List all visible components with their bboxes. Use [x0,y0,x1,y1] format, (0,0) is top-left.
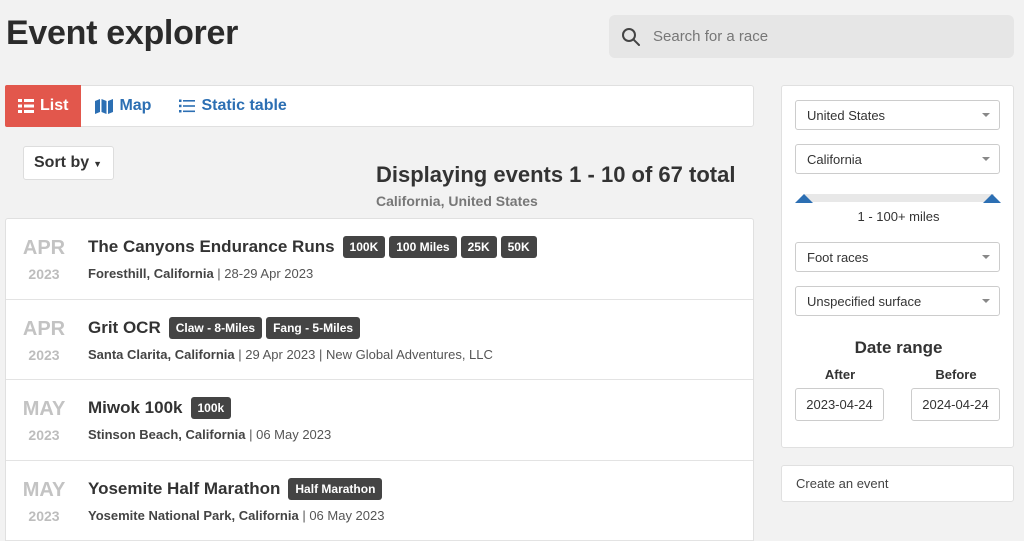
surface-select-value: Unspecified surface [807,293,922,309]
after-date-input[interactable]: 2023-04-24 [795,388,884,421]
distance-badge: Half Marathon [288,477,383,500]
after-label: After [824,367,856,382]
page-title: Event explorer [6,14,239,52]
event-row[interactable]: MAY 2023 Yosemite Half Marathon Half Mar… [6,461,753,541]
event-location: Foresthill, California [88,266,214,281]
state-select-value: California [807,151,862,167]
event-details: | 06 May 2023 [245,427,332,442]
event-details: | 29 Apr 2023 | New Global Adventures, L… [234,346,493,362]
tab-list-label: List [40,97,69,114]
country-select-value: United States [807,107,886,123]
distance-badge: 100 Miles [389,236,457,258]
view-tabs: List Map Static table [5,85,754,127]
distance-slider-min-handle[interactable] [795,194,813,203]
event-row[interactable]: MAY 2023 Miwok 100k 100k Stinson Beach, … [6,380,753,461]
distance-badge: 50K [500,236,537,258]
distance-badge: Claw - 8-Miles [168,316,263,339]
event-location: Santa Clarita, California [88,346,235,362]
tab-list[interactable]: List [5,85,82,127]
distance-slider-track[interactable] [804,194,994,202]
event-year: 2023 [28,507,60,524]
event-name[interactable]: The Canyons Endurance Runs [88,237,335,257]
event-year: 2023 [28,266,60,282]
event-month: MAY [22,398,66,420]
event-year: 2023 [28,346,60,363]
event-details: | 06 May 2023 [298,507,385,523]
search-input[interactable] [653,28,993,45]
map-icon [95,98,114,114]
sort-by-button[interactable]: Sort by ▼ [23,146,114,180]
distance-range-label: 1 - 100+ miles [857,209,940,224]
results-heading: Displaying events 1 - 10 of 67 total [376,162,736,187]
distance-badge: Fang - 5-Miles [266,316,361,339]
race-type-select-value: Foot races [807,249,869,265]
tab-static-table-label: Static table [201,97,287,114]
state-select[interactable]: California [795,144,1000,174]
filter-panel: United States California 1 - 100+ miles … [781,85,1014,448]
event-name[interactable]: Miwok 100k [88,398,183,418]
distance-badge: 100k [190,397,232,419]
tab-static-table[interactable]: Static table [165,86,300,126]
distance-slider-max-handle[interactable] [983,194,1001,203]
event-row[interactable]: APR 2023 Grit OCR Claw - 8-Miles Fang - … [6,300,753,380]
list-icon [18,99,34,113]
chevron-down-icon [982,299,990,303]
search-icon [622,27,640,46]
event-location: Stinson Beach, California [88,427,246,442]
date-range-title: Date range [854,338,943,357]
event-list: APR 2023 The Canyons Endurance Runs 100K… [5,218,754,541]
country-select[interactable]: United States [795,100,1000,130]
event-location: Yosemite National Park, California [88,507,299,523]
event-details: | 28-29 Apr 2023 [213,266,314,281]
table-list-icon [179,99,196,113]
distance-badge: 25K [460,236,497,258]
surface-select[interactable]: Unspecified surface [795,286,1000,316]
event-year: 2023 [28,427,60,443]
event-month: MAY [22,478,66,501]
event-row[interactable]: APR 2023 The Canyons Endurance Runs 100K… [6,219,753,300]
race-type-select[interactable]: Foot races [795,242,1000,272]
chevron-down-icon [982,157,990,161]
tab-map-label: Map [119,97,152,114]
before-label: Before [935,367,977,382]
event-name[interactable]: Grit OCR [88,318,161,338]
sort-by-label: Sort by [34,154,90,171]
create-event-link[interactable]: Create an event [781,465,1014,502]
event-month: APR [22,317,66,340]
event-month: APR [22,237,66,259]
event-name[interactable]: Yosemite Half Marathon [88,479,280,499]
results-location: California, United States [376,193,538,209]
before-date-input[interactable]: 2024-04-24 [911,388,1000,421]
distance-badge: 100K [342,236,386,258]
caret-down-icon: ▼ [93,159,103,169]
tab-map[interactable]: Map [81,86,165,126]
chevron-down-icon [982,113,990,117]
chevron-down-icon [982,255,990,259]
search-box[interactable] [609,15,1014,58]
